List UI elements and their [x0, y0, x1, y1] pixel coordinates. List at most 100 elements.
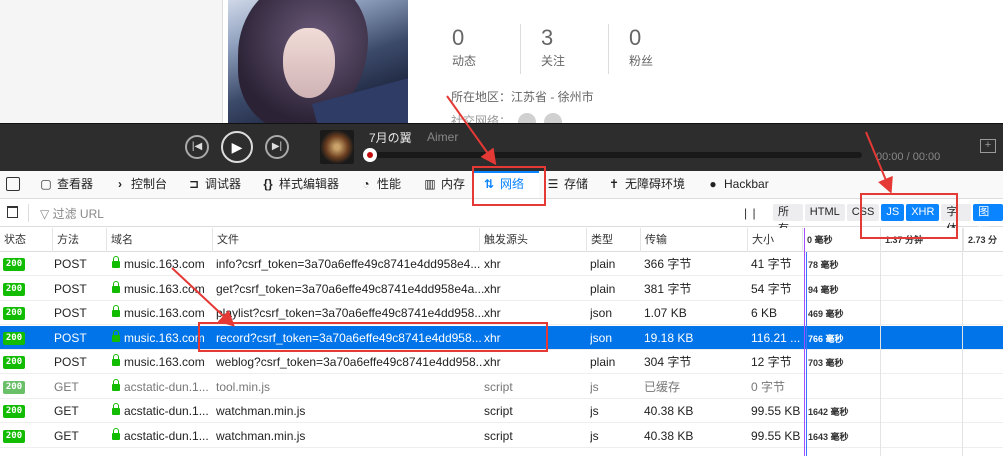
play-button[interactable]: ▶: [221, 131, 253, 163]
cell-cause: xhr: [484, 277, 501, 301]
tab-label: 调试器: [205, 177, 242, 191]
next-track-button[interactable]: ▶|: [265, 135, 289, 159]
play-time: 00:00 / 00:00: [876, 151, 941, 163]
timing-label: 94 毫秒: [808, 284, 839, 295]
table-row[interactable]: 200 POST music.163.com weblog?csrf_token=3a…: [0, 350, 1003, 374]
table-row[interactable]: 200 POST music.163.com get?csrf_token=3a70a…: [0, 277, 1003, 301]
stat-events[interactable]: 0 动态: [432, 24, 520, 74]
tab-memory[interactable]: ▥ 内存: [422, 171, 465, 198]
cell-domain: music.163.com: [112, 277, 205, 301]
album-cover[interactable]: [320, 130, 354, 164]
cell-text: script: [484, 428, 513, 443]
stat-fans[interactable]: 0 粉丝: [608, 24, 696, 74]
profile-avatar[interactable]: [228, 0, 408, 123]
social-label: 社交网络：: [451, 114, 512, 123]
pause-icon[interactable]: | |: [744, 206, 757, 220]
waterfall-timing: 78 毫秒: [808, 252, 839, 276]
cell-text: plain: [590, 281, 616, 296]
cell-text: 19.18 KB: [644, 330, 694, 345]
waterfall-timing: 94 毫秒: [808, 277, 839, 301]
cell-type: json: [590, 326, 612, 350]
stat-follows[interactable]: 3 关注: [520, 24, 608, 74]
douban-icon[interactable]: [543, 112, 562, 123]
annotation-box-network-tab: [472, 166, 546, 206]
table-row[interactable]: 200 GET acstatic-dun.1... tool.min.js script…: [0, 375, 1003, 399]
cell-text: 0 字节: [751, 379, 786, 394]
cell-size: 6 KB: [751, 301, 777, 325]
tab-performance[interactable]: ◔ 性能: [358, 171, 401, 198]
waterfall-gridline: [880, 228, 881, 456]
col-domain[interactable]: 域名: [106, 228, 133, 252]
status-badge: 200: [3, 429, 25, 443]
filter-url-input[interactable]: ▽ 过滤 URL: [40, 205, 104, 222]
storage-icon: ☰: [547, 177, 559, 191]
tab-style-editor[interactable]: {} 样式编辑器: [260, 171, 339, 198]
tab-inspector[interactable]: ▢ 查看器: [38, 171, 93, 198]
cell-cause: xhr: [484, 350, 501, 374]
cell-text: json: [590, 330, 613, 345]
divider: [28, 204, 29, 222]
cell-text: tool.min.js: [216, 379, 271, 394]
table-row[interactable]: 200 GET acstatic-dun.1... watchman.min.js sc…: [0, 399, 1003, 423]
col-type[interactable]: 类型: [586, 228, 613, 252]
progress-track[interactable]: [364, 152, 862, 158]
filter-html-button[interactable]: HTML: [804, 204, 845, 221]
annotation-box-record-row: [198, 322, 548, 352]
cell-text: GET: [54, 428, 79, 443]
cell-method: POST: [54, 252, 87, 276]
cell-domain: acstatic-dun.1...: [112, 399, 209, 423]
cell-size: 99.55 KB: [751, 399, 800, 423]
col-transferred[interactable]: 传输: [640, 228, 667, 252]
lock-icon: [112, 354, 120, 366]
cell-domain: acstatic-dun.1...: [112, 375, 209, 399]
cell-size: 99.55 KB: [751, 424, 800, 448]
prev-track-button[interactable]: |◀: [185, 135, 209, 159]
stat-value: 0: [452, 25, 465, 50]
col-method[interactable]: 方法: [52, 228, 79, 252]
waterfall-timing: 1643 毫秒: [808, 424, 849, 448]
pick-element-icon[interactable]: [6, 177, 20, 191]
tab-debugger[interactable]: ⊐ 调试器: [186, 171, 241, 198]
tab-hackbar[interactable]: ● Hackbar: [705, 171, 768, 198]
cell-text: 已缓存: [644, 379, 681, 394]
col-file[interactable]: 文件: [212, 228, 239, 252]
share-icon[interactable]: +: [980, 139, 996, 153]
lock-icon: [112, 329, 120, 342]
tab-label: 样式编辑器: [279, 177, 340, 191]
stat-label: 动态: [452, 54, 477, 68]
tab-console[interactable]: › 控制台: [112, 171, 167, 198]
profile-social: 社交网络：: [451, 112, 562, 123]
tab-storage[interactable]: ☰ 存储: [545, 171, 588, 198]
table-row[interactable]: 200 POST music.163.com info?csrf_token=3a70…: [0, 252, 1003, 276]
lock-icon: [112, 378, 120, 391]
filter-images-button[interactable]: 图像: [973, 204, 1003, 235]
cell-method: GET: [54, 399, 79, 423]
col-status[interactable]: 状态: [0, 228, 26, 252]
lock-icon: [112, 403, 120, 415]
progress-knob[interactable]: [363, 148, 377, 162]
cell-type: plain: [590, 277, 615, 301]
cell-text: xhr: [484, 257, 501, 271]
clear-log-icon[interactable]: [7, 206, 18, 218]
cell-file: get?csrf_token=3a70a6effe49c8741e4dd958e…: [216, 277, 484, 301]
col-size[interactable]: 大小: [747, 228, 774, 252]
cell-transferred: 381 字节: [644, 277, 691, 301]
filter-all-button[interactable]: 所有: [773, 204, 803, 235]
cell-domain: music.163.com: [112, 252, 205, 276]
song-artist[interactable]: Aimer: [427, 130, 458, 144]
table-row[interactable]: 200 GET acstatic-dun.1... watchman.min.js sc…: [0, 424, 1003, 448]
tab-accessibility[interactable]: ✝ 无障碍环境: [606, 171, 685, 198]
col-cause[interactable]: 触发源头: [479, 228, 528, 252]
cell-text: 366 字节: [644, 257, 692, 271]
cell-text: POST: [54, 330, 87, 345]
weibo-icon[interactable]: [518, 112, 537, 123]
song-title[interactable]: 7月の翼: [369, 129, 412, 146]
stat-value: 3: [541, 25, 554, 50]
timing-label: 703 毫秒: [808, 358, 844, 368]
cell-method: POST: [54, 326, 87, 350]
cell-text: script: [484, 404, 513, 418]
load-line: [806, 252, 807, 456]
waterfall-timing: 1642 毫秒: [808, 399, 849, 423]
timing-label: 1643 毫秒: [808, 431, 849, 442]
debugger-icon: ⊐: [188, 177, 200, 191]
